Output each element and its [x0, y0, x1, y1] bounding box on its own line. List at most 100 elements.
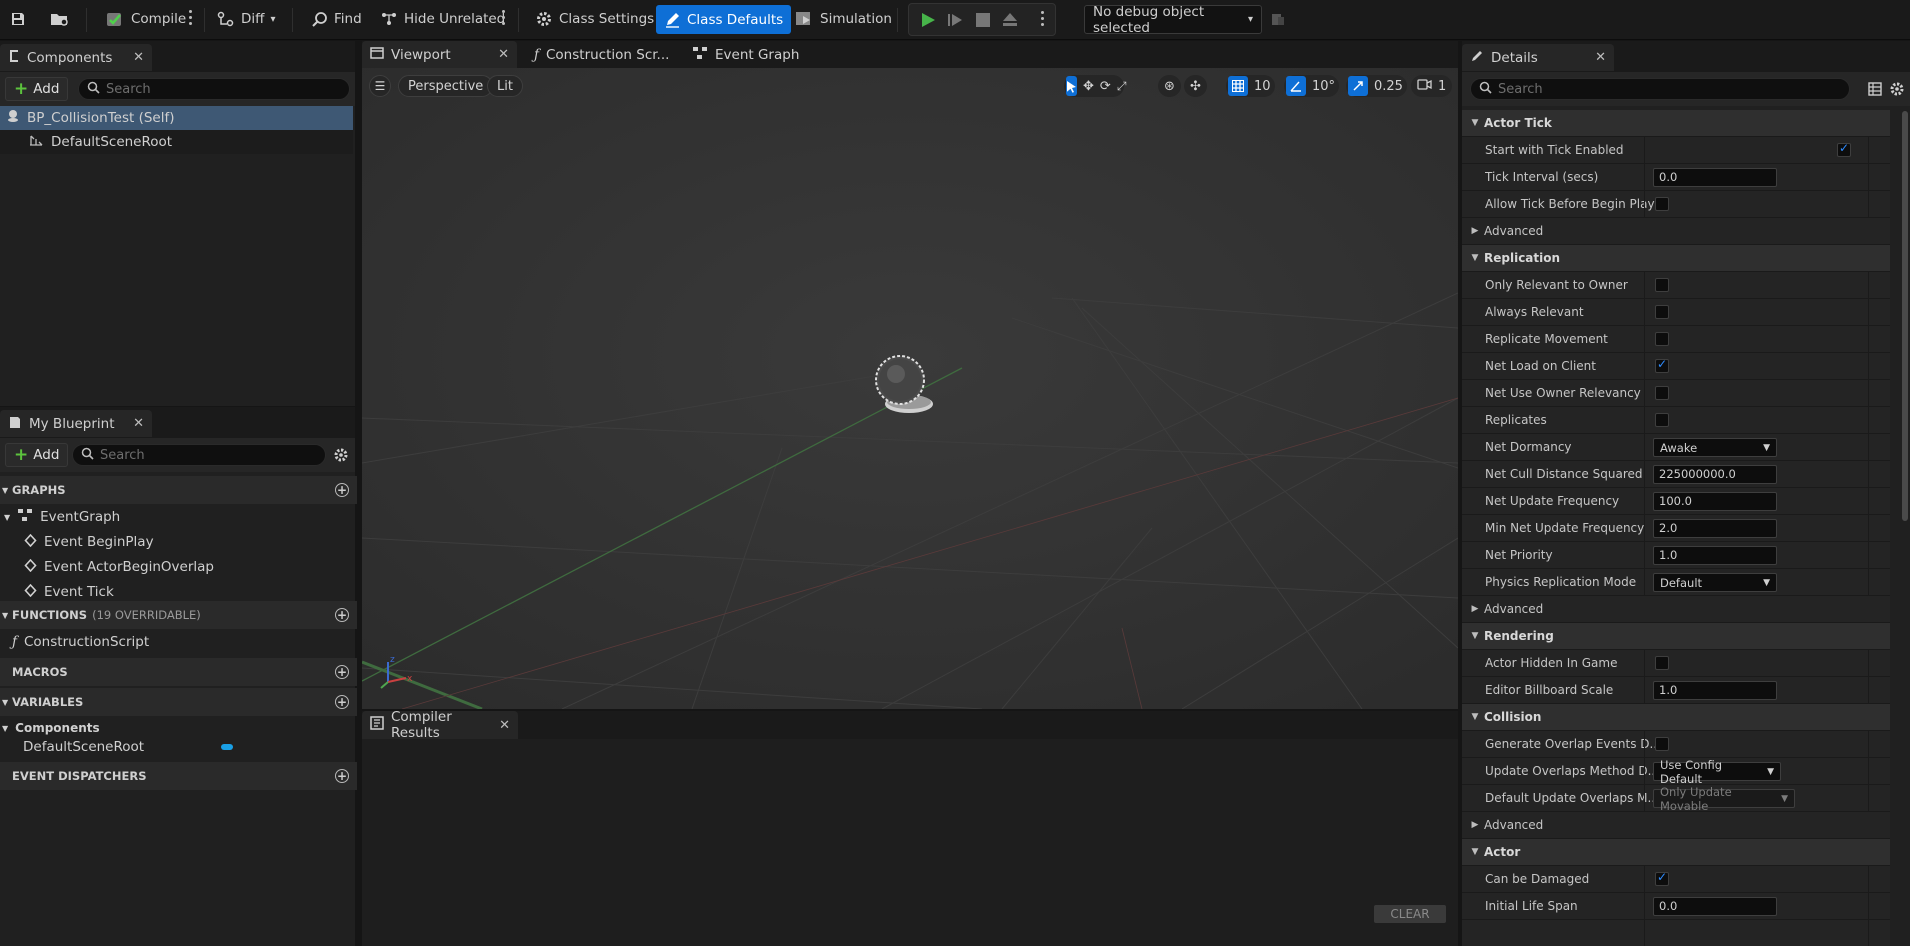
- always-relevant-checkbox[interactable]: [1655, 305, 1669, 319]
- graphs-section-header[interactable]: ▼ GRAPHS +: [0, 476, 357, 504]
- diff-button[interactable]: Diff ▾: [213, 6, 279, 32]
- physics-mode-dropdown[interactable]: Default ▼: [1653, 573, 1777, 592]
- functions-section-header[interactable]: ▼ FUNCTIONS (19 OVERRIDABLE) +: [0, 601, 357, 629]
- net-update-input[interactable]: 100.0: [1653, 492, 1777, 511]
- add-member-button[interactable]: + Add: [5, 443, 69, 467]
- initial-life-span-input[interactable]: 0.0: [1653, 897, 1777, 916]
- can-be-damaged-checkbox[interactable]: [1655, 870, 1669, 886]
- translate-icon[interactable]: ✥: [1083, 79, 1094, 94]
- advanced-collision[interactable]: ▶ Advanced: [1462, 812, 1890, 839]
- gear-icon[interactable]: [1889, 81, 1905, 101]
- tab-details[interactable]: Details ✕: [1462, 44, 1614, 71]
- scale-snap-button[interactable]: 0.25: [1346, 75, 1407, 97]
- category-replication[interactable]: ▼ Replication: [1462, 245, 1890, 272]
- start-with-tick-checkbox[interactable]: [1837, 141, 1851, 157]
- camera-speed-button[interactable]: 1: [1411, 75, 1453, 97]
- my-blueprint-search-input[interactable]: Search: [72, 444, 326, 466]
- event-graph-row[interactable]: ▼ EventGraph: [0, 505, 353, 529]
- add-function-icon[interactable]: +: [335, 608, 349, 622]
- advanced-actor-tick[interactable]: ▶ Advanced: [1462, 218, 1890, 245]
- tick-interval-input[interactable]: 0.0: [1653, 168, 1777, 187]
- compile-options-button[interactable]: [188, 10, 192, 25]
- min-net-update-input[interactable]: 2.0: [1653, 519, 1777, 538]
- scale-icon[interactable]: ⤢: [1117, 79, 1127, 94]
- construction-script-row[interactable]: ƒ ConstructionScript: [0, 630, 353, 654]
- advanced-replication[interactable]: ▶ Advanced: [1462, 596, 1890, 623]
- play-icon[interactable]: [919, 11, 937, 33]
- variable-row-defaultsceneroot[interactable]: DefaultSceneRoot: [0, 737, 353, 757]
- variables-section-header[interactable]: ▼ VARIABLES +: [0, 688, 357, 716]
- category-actor[interactable]: ▼ Actor: [1462, 839, 1890, 866]
- net-load-checkbox[interactable]: [1655, 357, 1669, 373]
- select-mode-icon[interactable]: [1066, 76, 1077, 96]
- close-icon[interactable]: ✕: [498, 47, 509, 62]
- add-component-button[interactable]: + Add: [5, 77, 69, 101]
- net-cull-input[interactable]: 225000000.0: [1653, 465, 1777, 484]
- viewport-menu-button[interactable]: ☰: [369, 75, 391, 97]
- component-row-defaultsceneroot[interactable]: DefaultSceneRoot: [0, 130, 353, 154]
- tab-viewport[interactable]: Viewport ✕: [362, 41, 517, 68]
- rotate-icon[interactable]: ⟳: [1100, 79, 1111, 94]
- tab-event-graph[interactable]: Event Graph: [684, 41, 807, 68]
- find-button[interactable]: Find: [307, 6, 366, 32]
- category-collision[interactable]: ▼ Collision: [1462, 704, 1890, 731]
- update-overlaps-dropdown[interactable]: Use Config Default ▼: [1653, 758, 1781, 786]
- tab-compiler-results[interactable]: Compiler Results ✕: [362, 709, 518, 741]
- browse-button[interactable]: [46, 6, 74, 32]
- close-icon[interactable]: ✕: [1595, 50, 1606, 65]
- world-local-button[interactable]: ⊛: [1158, 75, 1181, 97]
- only-relevant-checkbox[interactable]: [1655, 278, 1669, 292]
- hide-unrelated-options-button[interactable]: [501, 10, 505, 25]
- replicates-checkbox[interactable]: [1655, 413, 1669, 427]
- viewport-canvas[interactable]: ☰ Perspective Lit ✥ ⟳ ⤢ ⊛ ✣ 10 10° 0.25 …: [362, 68, 1458, 709]
- event-actorbeginoverlap-row[interactable]: Event ActorBeginOverlap: [0, 555, 353, 579]
- details-scrollbar[interactable]: [1902, 111, 1908, 521]
- surface-snap-button[interactable]: ✣: [1184, 75, 1207, 97]
- components-category-row[interactable]: ▼ Components: [0, 718, 353, 738]
- clear-button[interactable]: CLEAR: [1374, 905, 1446, 923]
- class-defaults-button[interactable]: Class Defaults: [656, 5, 792, 34]
- category-rendering[interactable]: ▼ Rendering: [1462, 623, 1890, 650]
- play-options-button[interactable]: [1040, 11, 1044, 26]
- add-variable-icon[interactable]: +: [335, 695, 349, 709]
- replicate-movement-checkbox[interactable]: [1655, 332, 1669, 346]
- actor-sprite[interactable]: [872, 354, 942, 416]
- class-settings-button[interactable]: Class Settings: [531, 6, 658, 32]
- event-dispatchers-section-header[interactable]: EVENT DISPATCHERS +: [0, 762, 357, 790]
- perspective-button[interactable]: Perspective: [398, 75, 494, 97]
- lit-button[interactable]: Lit: [487, 75, 523, 97]
- rotation-snap-button[interactable]: 10°: [1284, 75, 1340, 97]
- billboard-scale-input[interactable]: 1.0: [1653, 681, 1777, 700]
- step-icon[interactable]: [946, 11, 964, 33]
- compile-button[interactable]: Compile: [101, 6, 190, 32]
- add-graph-icon[interactable]: +: [335, 483, 349, 497]
- close-icon[interactable]: ✕: [499, 718, 510, 733]
- component-self-row[interactable]: BP_CollisionTest (Self): [0, 106, 353, 130]
- tab-construction-script[interactable]: ƒ Construction Scr...: [526, 41, 677, 68]
- hidden-in-game-checkbox[interactable]: [1655, 656, 1669, 670]
- generate-overlap-checkbox[interactable]: [1655, 737, 1669, 751]
- tab-components[interactable]: Components ✕: [0, 44, 152, 71]
- gear-icon[interactable]: [333, 447, 349, 467]
- grid-snap-button[interactable]: 10: [1226, 75, 1275, 97]
- macros-section-header[interactable]: MACROS +: [0, 658, 357, 686]
- simulation-button[interactable]: Simulation: [790, 6, 896, 32]
- save-button[interactable]: [6, 6, 30, 32]
- details-search-input[interactable]: Search: [1470, 78, 1850, 100]
- hide-unrelated-button[interactable]: Hide Unrelated: [376, 6, 509, 32]
- close-icon[interactable]: ✕: [133, 416, 144, 431]
- net-dormancy-dropdown[interactable]: Awake ▼: [1653, 438, 1777, 457]
- tab-my-blueprint[interactable]: My Blueprint ✕: [0, 410, 152, 437]
- close-icon[interactable]: ✕: [133, 50, 144, 65]
- table-view-icon[interactable]: [1868, 82, 1882, 100]
- net-use-owner-checkbox[interactable]: [1655, 386, 1669, 400]
- net-priority-input[interactable]: 1.0: [1653, 546, 1777, 565]
- event-beginplay-row[interactable]: Event BeginPlay: [0, 530, 353, 554]
- stop-icon[interactable]: [975, 12, 991, 32]
- allow-tick-checkbox[interactable]: [1655, 197, 1669, 211]
- components-search-input[interactable]: Search: [78, 78, 350, 100]
- debug-filter-icon[interactable]: [1270, 11, 1286, 31]
- eject-icon[interactable]: [1001, 11, 1019, 33]
- debug-object-select[interactable]: No debug object selected ▾: [1084, 4, 1262, 36]
- add-macro-icon[interactable]: +: [335, 665, 349, 679]
